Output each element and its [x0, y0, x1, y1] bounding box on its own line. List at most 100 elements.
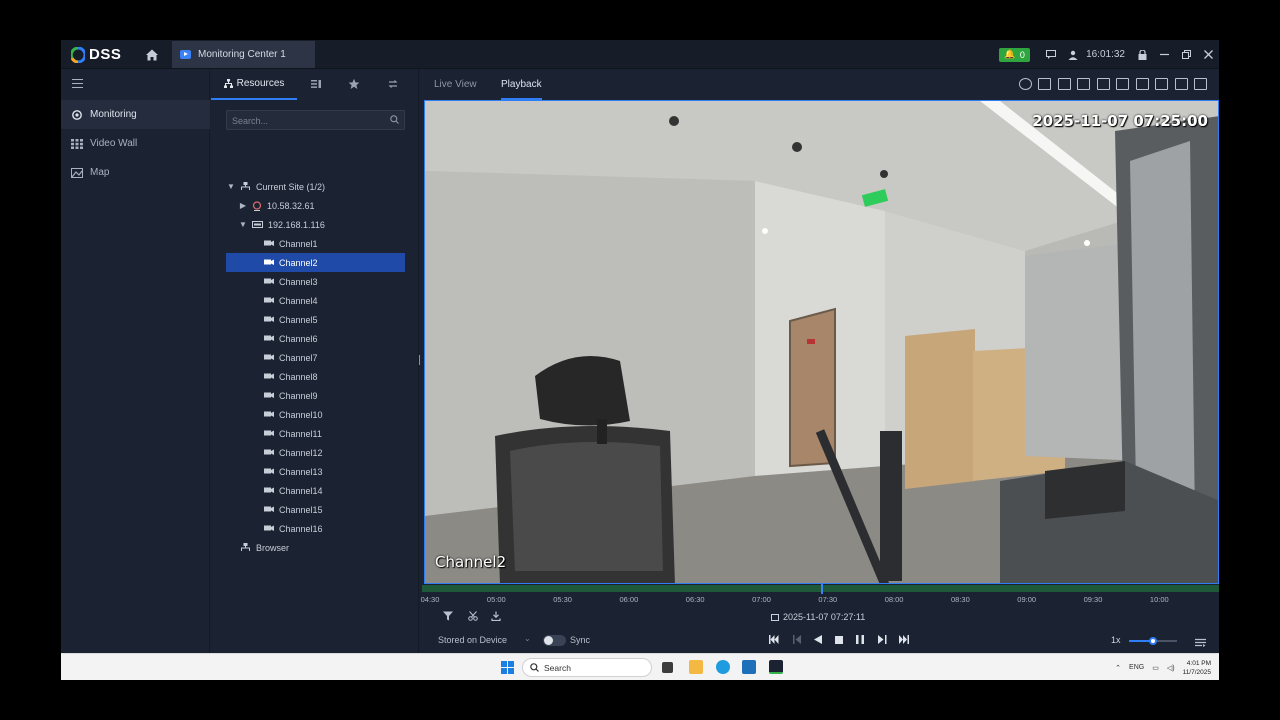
tab-monitoring-center[interactable]: Monitoring Center 1: [172, 41, 315, 68]
user-icon[interactable]: [1062, 40, 1084, 69]
filter-icon[interactable]: [442, 611, 454, 623]
language-indicator[interactable]: ENG: [1129, 664, 1144, 671]
channel-label: Channel7: [279, 352, 318, 363]
tree-channel-row[interactable]: Channel3: [226, 272, 405, 291]
snapshot-icon[interactable]: [1018, 78, 1032, 90]
timeline-tick-label: 08:00: [884, 595, 904, 604]
playback-settings-icon[interactable]: [1195, 635, 1206, 647]
resource-search-input[interactable]: [227, 112, 377, 130]
menu-icon[interactable]: [72, 79, 83, 88]
edge-browser-icon[interactable]: [716, 660, 730, 674]
channel-label: Channel4: [279, 295, 318, 306]
tab-resources-label: Resources: [236, 78, 285, 89]
tree-channel-row-selected[interactable]: Channel2: [226, 253, 405, 272]
camera-icon: [264, 259, 274, 265]
layout-3x3-icon[interactable]: [1135, 78, 1149, 90]
taskbar-clock[interactable]: 4:01 PM 11/7/2025: [1183, 659, 1211, 677]
caret-right-icon[interactable]: ▶: [238, 201, 248, 210]
smart-search-icon[interactable]: [1096, 78, 1110, 90]
windows-start-icon[interactable]: [501, 661, 514, 674]
layout-2x2-icon[interactable]: [1116, 78, 1129, 90]
view-list-icon[interactable]: [310, 78, 322, 90]
chevron-down-icon[interactable]: ⌄: [524, 634, 531, 643]
volume-slider-knob[interactable]: [1149, 637, 1157, 645]
export-icon[interactable]: [1077, 78, 1090, 90]
nav-map[interactable]: Map: [61, 158, 210, 187]
skip-to-start-icon[interactable]: [768, 635, 780, 647]
tree-channel-row[interactable]: Channel10: [226, 405, 405, 424]
volume-icon[interactable]: ◁): [1167, 664, 1175, 672]
tree-channel-row[interactable]: Channel11: [226, 424, 405, 443]
favorites-star-icon[interactable]: [348, 78, 360, 90]
tree-channel-row[interactable]: Channel1: [226, 234, 405, 253]
pause-icon[interactable]: [854, 635, 866, 647]
timeline-tick-label: 09:00: [1017, 595, 1037, 604]
tab-monitoring-center-label: Monitoring Center 1: [198, 49, 286, 60]
restore-icon[interactable]: [1175, 40, 1197, 69]
tree-node-browser[interactable]: Browser: [226, 538, 405, 557]
tour-cycle-icon[interactable]: [387, 78, 399, 90]
frame-forward-icon[interactable]: [876, 635, 888, 647]
tree-node-current-site[interactable]: ▼ Current Site (1/2): [226, 177, 405, 196]
frame-back-icon[interactable]: [791, 635, 803, 647]
reverse-play-icon[interactable]: [812, 635, 824, 647]
tree-channel-row[interactable]: Channel13: [226, 462, 405, 481]
alarm-badge[interactable]: 🔔 0: [999, 47, 1031, 62]
playback-timeline[interactable]: 04:30 05:00 05:30 06:00 06:30 07:00 07:30 08:00…: [421, 583, 1219, 607]
tab-resources[interactable]: Resources: [211, 69, 297, 100]
tab-live-view[interactable]: Live View: [434, 69, 477, 100]
minimize-icon[interactable]: [1153, 40, 1175, 69]
nav-video-wall[interactable]: Video Wall: [61, 129, 210, 158]
volume-slider[interactable]: [1129, 637, 1177, 645]
file-explorer-icon[interactable]: [689, 660, 703, 674]
tab-playback[interactable]: Playback: [501, 69, 542, 100]
tray-overflow-icon[interactable]: ⌃: [1115, 664, 1121, 672]
fullscreen-icon[interactable]: [1194, 78, 1207, 90]
playback-speed[interactable]: 1x: [1111, 635, 1121, 645]
tree-channel-row[interactable]: Channel6: [226, 329, 405, 348]
tree-node-device-1[interactable]: ▶ 10.58.32.61: [226, 196, 405, 215]
record-source-select[interactable]: Stored on Device: [438, 635, 507, 645]
timeline-cursor[interactable]: [821, 583, 824, 594]
lock-icon[interactable]: [1131, 40, 1153, 69]
store-icon[interactable]: [742, 660, 756, 674]
download-icon[interactable]: [490, 611, 502, 623]
timeline-tick-label: 08:30: [951, 595, 970, 604]
skip-to-end-icon[interactable]: [898, 635, 910, 647]
playback-current-time[interactable]: 2025-11-07 07:27:11: [771, 612, 865, 622]
home-button[interactable]: [143, 46, 161, 64]
dss-logo: DSS: [71, 46, 121, 63]
sync-toggle[interactable]: [543, 635, 566, 646]
custom-layout-icon[interactable]: [1174, 78, 1188, 90]
task-view-icon[interactable]: [662, 662, 673, 673]
channel-label: Channel10: [279, 409, 323, 420]
caret-down-icon[interactable]: ▼: [238, 220, 248, 229]
tree-channel-row[interactable]: Channel9: [226, 386, 405, 405]
channel-label: Channel8: [279, 371, 318, 382]
taskbar-search[interactable]: Search: [522, 658, 652, 677]
message-icon[interactable]: [1040, 40, 1062, 69]
close-icon[interactable]: [1197, 40, 1219, 69]
tree-channel-row[interactable]: Channel12: [226, 443, 405, 462]
tree-channel-row[interactable]: Channel7: [226, 348, 405, 367]
video-window[interactable]: 2025-11-07 07:25:00 Channel2: [424, 100, 1219, 584]
search-icon[interactable]: [390, 115, 399, 124]
map-icon: [71, 167, 83, 178]
tree-channel-row[interactable]: Channel14: [226, 481, 405, 500]
nvr-device-icon: [252, 221, 263, 228]
network-icon[interactable]: ▭: [1152, 664, 1159, 672]
alarm-bell-icon[interactable]: [1038, 78, 1051, 90]
tree-channel-row[interactable]: Channel4: [226, 291, 405, 310]
tree-node-device-2[interactable]: ▼ 192.168.1.116: [226, 215, 405, 234]
tree-channel-row[interactable]: Channel8: [226, 367, 405, 386]
stop-icon[interactable]: [833, 635, 845, 647]
tree-channel-row[interactable]: Channel16: [226, 519, 405, 538]
tree-channel-row[interactable]: Channel15: [226, 500, 405, 519]
dss-taskbar-icon[interactable]: [769, 660, 783, 674]
clip-scissors-icon[interactable]: [467, 611, 479, 623]
layout-4x4-icon[interactable]: [1155, 78, 1168, 90]
save-icon[interactable]: [1057, 78, 1071, 90]
nav-monitoring[interactable]: Monitoring: [61, 100, 210, 129]
tree-channel-row[interactable]: Channel5: [226, 310, 405, 329]
caret-down-icon[interactable]: ▼: [226, 182, 236, 191]
